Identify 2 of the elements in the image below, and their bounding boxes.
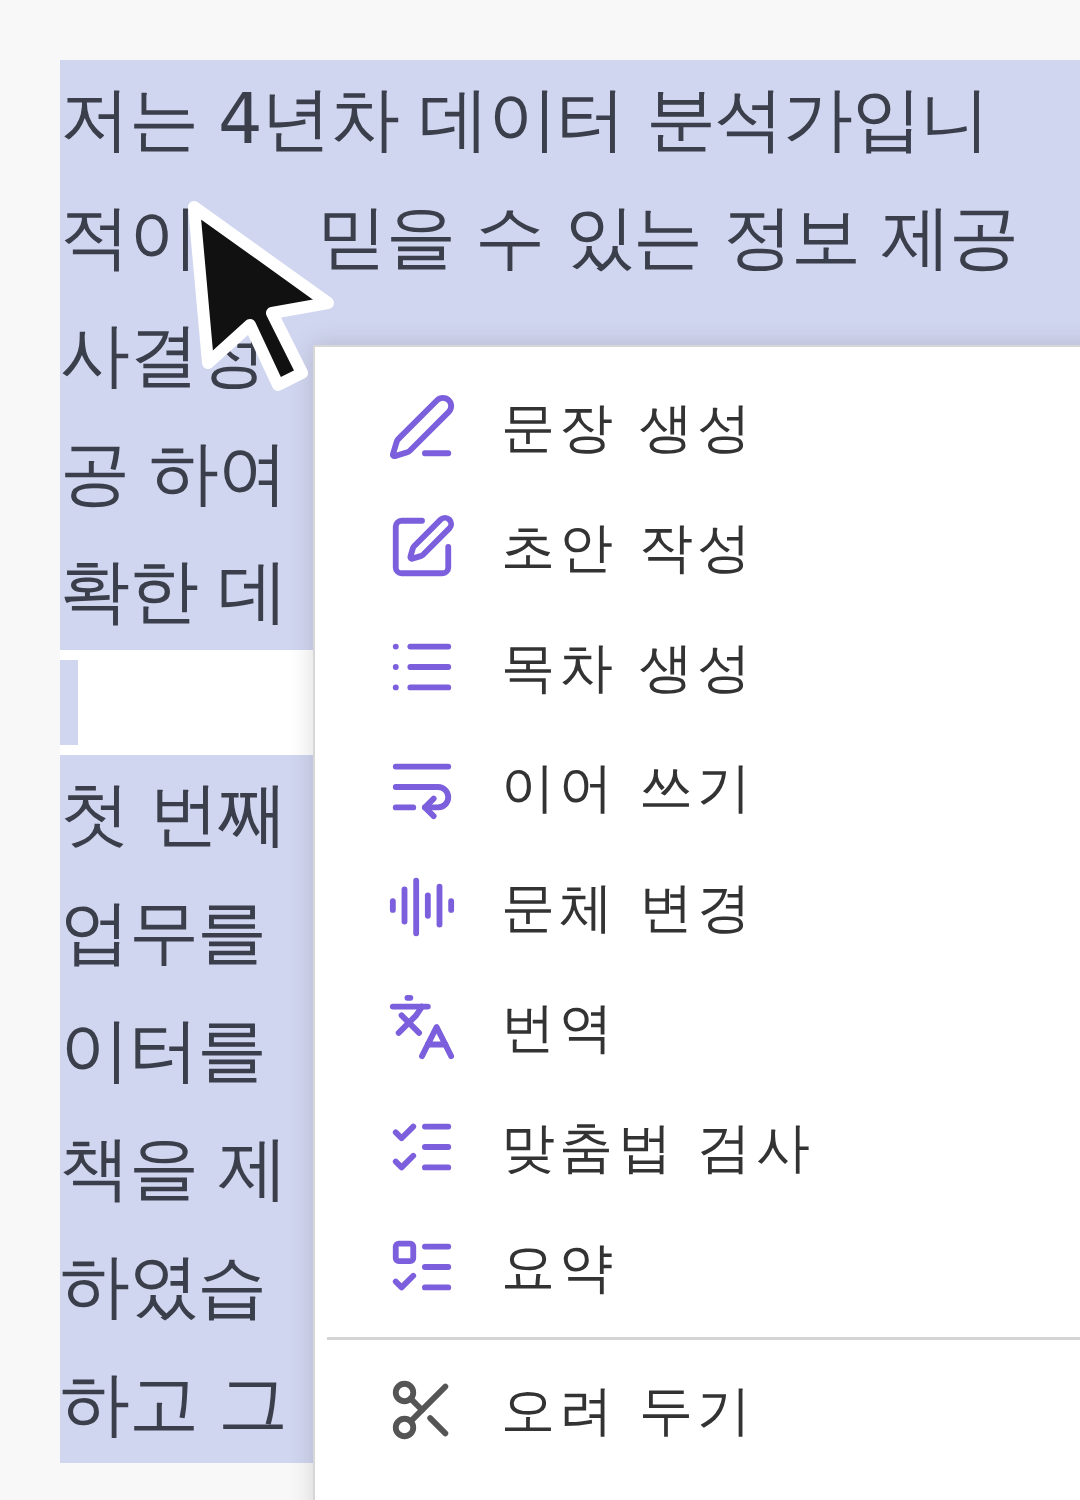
pen-lines-icon bbox=[387, 392, 457, 462]
translate-icon bbox=[387, 992, 457, 1062]
